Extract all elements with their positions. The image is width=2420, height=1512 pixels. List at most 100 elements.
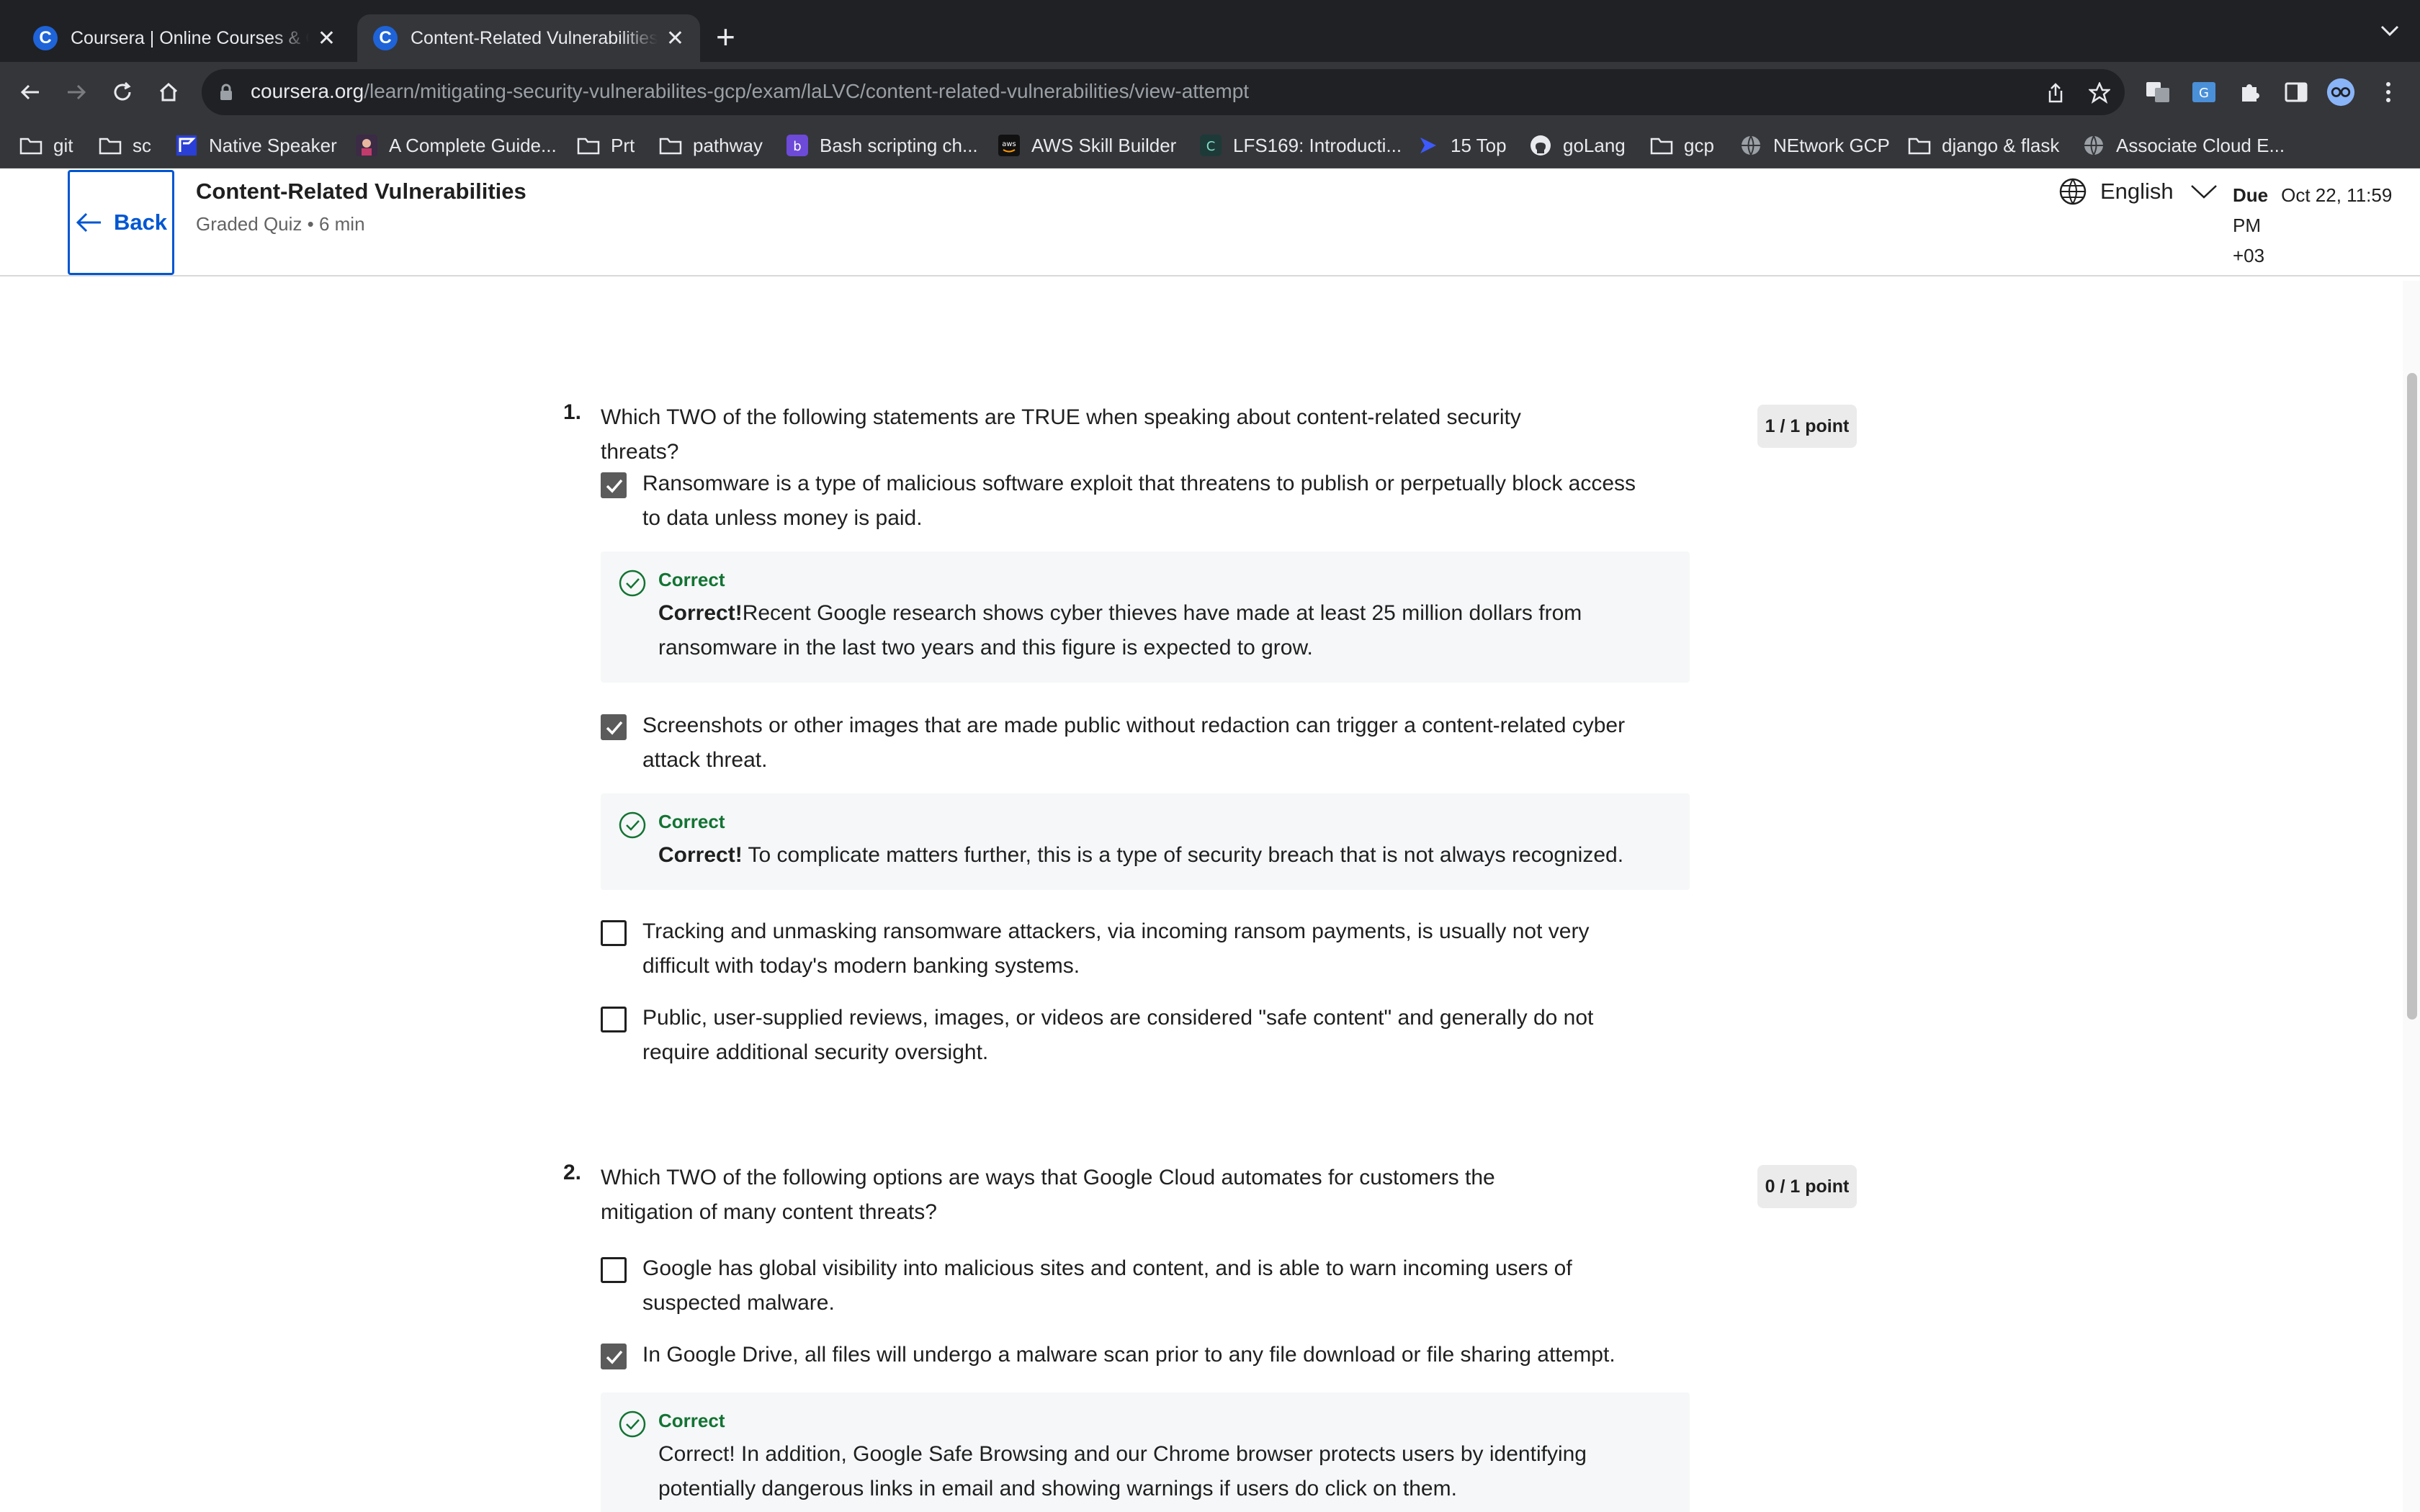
language-label: English: [2100, 179, 2174, 204]
bookmark-prt[interactable]: Prt: [576, 132, 635, 158]
side-panel-icon[interactable]: [2282, 78, 2311, 107]
svg-text:b: b: [793, 139, 801, 154]
feedback-text: Correct! In addition, Google Safe Browsi…: [658, 1442, 1587, 1500]
checkmark-icon: [606, 1350, 623, 1364]
folder-icon: [19, 135, 43, 156]
feedback-label: Correct: [658, 811, 725, 832]
due-timezone: +03: [2233, 245, 2265, 266]
bookmark-associate-cloud[interactable]: Associate Cloud E...: [2081, 132, 2285, 158]
bookmark-15-top[interactable]: 15 Top: [1416, 132, 1507, 158]
profile-avatar-icon[interactable]: [2326, 78, 2355, 107]
checkmark-icon: [606, 721, 623, 735]
page-subtitle: Graded Quiz • 6 min: [196, 213, 365, 235]
bookmark-star-icon[interactable]: [2087, 81, 2112, 107]
back-button[interactable]: Back: [68, 170, 174, 275]
bookmark-git[interactable]: git: [19, 132, 73, 158]
feedback-text: Correct! To complicate matters further, …: [658, 843, 1624, 867]
feedback-label: Correct: [658, 569, 725, 590]
feedback-correct: Correct Correct! In addition, Google Saf…: [601, 1392, 1690, 1512]
checkbox-checked[interactable]: [601, 1344, 627, 1369]
coursera-favicon-icon: C: [373, 26, 398, 50]
bookmark-golang[interactable]: goLang: [1528, 132, 1626, 158]
github-icon: [1528, 135, 1553, 156]
bookmark-bash-scripting[interactable]: b Bash scripting ch...: [785, 132, 978, 158]
option-text: Public, user-supplied reviews, images, o…: [642, 1006, 1594, 1064]
option-text: In Google Drive, all files will undergo …: [642, 1343, 1615, 1367]
feedback-text: Correct!Recent Google research shows cyb…: [658, 601, 1582, 660]
share-icon[interactable]: [2045, 82, 2066, 107]
url-text[interactable]: coursera.org/learn/mitigating-security-v…: [251, 80, 1249, 103]
points-badge: 0 / 1 point: [1757, 1165, 1857, 1208]
bookmark-native-speaker[interactable]: Native Speaker: [174, 132, 337, 158]
extensions-puzzle-icon[interactable]: [2236, 78, 2264, 107]
google-translate-icon[interactable]: G: [2190, 78, 2218, 107]
new-tab-icon[interactable]: +: [716, 19, 735, 55]
question-text: Which TWO of the following options are w…: [601, 1166, 1495, 1224]
bookmark-sc[interactable]: sc: [98, 132, 151, 158]
coursera-favicon-icon: C: [33, 26, 58, 50]
checkmark-icon: [606, 479, 623, 493]
checkbox-unchecked[interactable]: [601, 1007, 627, 1032]
bookmark-lfs169[interactable]: C LFS169: Introducti...: [1198, 132, 1402, 158]
folder-icon: [576, 135, 601, 156]
feedback-correct: Correct Correct! To complicate matters f…: [601, 793, 1690, 890]
browser-toolbar: coursera.org/learn/mitigating-security-v…: [0, 62, 2420, 122]
question-text: Which TWO of the following statements ar…: [601, 405, 1521, 464]
check-circle-icon: [618, 1410, 647, 1442]
tab-title: Coursera | Online Courses & Credentials …: [71, 27, 309, 48]
aws-icon: aws: [997, 135, 1021, 156]
home-icon[interactable]: [154, 78, 183, 107]
folder-icon: [1649, 135, 1674, 156]
tab-search-chevron-icon[interactable]: [2380, 24, 2400, 41]
folder-icon: [1907, 135, 1932, 156]
bookmark-django-flask[interactable]: django & flask: [1907, 132, 2059, 158]
page-scrollbar-thumb[interactable]: [2407, 373, 2417, 1020]
browser-tab-quiz[interactable]: C Content-Related Vulnerabilities ✕: [357, 14, 700, 62]
bookmark-network-gcp[interactable]: NEtwork GCP: [1739, 132, 1890, 158]
option-text: Screenshots or other images that are mad…: [642, 714, 1626, 772]
checkbox-unchecked[interactable]: [601, 1257, 627, 1283]
question-number: 1.: [563, 400, 582, 424]
option-text: Google has global visibility into malici…: [642, 1256, 1572, 1315]
back-arrow-icon[interactable]: [16, 78, 45, 107]
language-selector[interactable]: English: [2058, 177, 2218, 206]
close-tab-icon[interactable]: ✕: [318, 26, 336, 51]
option-text: Ransomware is a type of malicious softwa…: [642, 472, 1636, 530]
bookmark-gcp[interactable]: gcp: [1649, 132, 1714, 158]
check-circle-icon: [618, 811, 647, 843]
check-circle-icon: [618, 569, 647, 601]
option-text: Tracking and unmasking ransomware attack…: [642, 919, 1590, 978]
bookmark-aws-skill-builder[interactable]: aws AWS Skill Builder: [997, 132, 1176, 158]
bash-icon: b: [785, 135, 810, 156]
bookmarks-bar: git sc Native Speaker A Complete Guide..…: [0, 122, 2420, 168]
bookmark-complete-guide[interactable]: A Complete Guide...: [354, 132, 557, 158]
forward-arrow-icon[interactable]: [62, 78, 91, 107]
checkbox-checked[interactable]: [601, 714, 627, 740]
due-label: Due: [2233, 184, 2269, 206]
translate-extension-icon[interactable]: [2143, 78, 2172, 107]
address-bar[interactable]: coursera.org/learn/mitigating-security-v…: [202, 69, 2125, 115]
arrow-icon: [1416, 135, 1440, 156]
browser-tab-coursera[interactable]: C Coursera | Online Courses & Credential…: [17, 14, 351, 62]
svg-text:C: C: [1206, 139, 1216, 154]
globe-icon: [2081, 135, 2106, 156]
due-date: Due Oct 22, 11:59 PM +03: [2233, 180, 2420, 271]
svg-text:aws: aws: [1002, 140, 1016, 148]
lock-icon[interactable]: [219, 84, 233, 104]
checkbox-checked[interactable]: [601, 472, 627, 498]
folder-icon: [658, 135, 683, 156]
bookmark-pathway[interactable]: pathway: [658, 132, 763, 158]
browser-tab-strip: C Coursera | Online Courses & Credential…: [0, 0, 2420, 62]
tab-title: Content-Related Vulnerabilities: [411, 27, 658, 48]
reload-icon[interactable]: [108, 78, 137, 107]
points-badge: 1 / 1 point: [1757, 405, 1857, 448]
browser-menu-kebab-icon[interactable]: [2374, 78, 2403, 107]
svg-text:G: G: [2199, 86, 2209, 101]
globe-icon: [2059, 178, 2087, 205]
feedback-label: Correct: [658, 1410, 725, 1431]
course-icon: C: [1198, 135, 1223, 156]
feedback-correct: Correct Correct!Recent Google research s…: [601, 552, 1690, 683]
close-tab-icon[interactable]: ✕: [666, 26, 684, 51]
folder-icon: [98, 135, 122, 156]
checkbox-unchecked[interactable]: [601, 920, 627, 946]
